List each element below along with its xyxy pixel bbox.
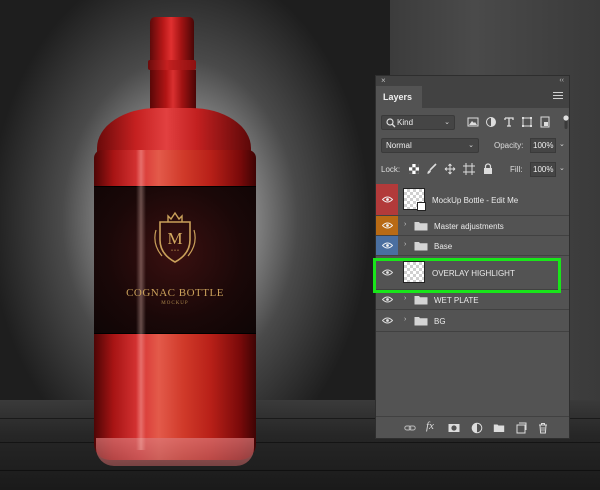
label-title: COGNAC BOTTLE [126,287,224,299]
collapse-icon[interactable]: ‹‹ [559,76,564,86]
layer-row-master-adjustments[interactable]: › Master adjustments [376,216,569,236]
layer-name: BG [434,317,446,326]
layer-name: Master adjustments [434,222,504,231]
panel-titlebar: × ‹‹ [376,76,569,86]
layer-row-base[interactable]: › Base [376,236,569,256]
type-filter-icon[interactable] [503,116,515,128]
layer-row-wet-plate[interactable]: › WET PLATE [376,290,569,310]
lock-transparency-icon[interactable] [408,163,420,175]
blend-row: Normal ⌄ Opacity: 100% ⌄ [381,138,566,154]
chevron-down-icon: ⌄ [468,142,474,149]
cognac-bottle: M • • • COGNAC BOTTLE MOCKUP [0,0,380,490]
delete-layer-icon[interactable] [537,422,549,434]
new-layer-icon[interactable] [515,422,527,434]
folder-icon [414,242,428,251]
folder-icon [414,222,428,231]
fill-label: Fill: [510,165,523,174]
eye-icon[interactable] [382,196,393,203]
folder-icon [414,296,428,305]
layer-color-tag [376,236,398,255]
layers-list: MockUp Bottle - Edit Me › Master adjustm… [376,184,569,332]
opacity-label: Opacity: [494,141,524,150]
label-subtitle: MOCKUP [161,301,189,306]
lock-all-icon[interactable] [482,163,494,175]
layer-color-tag [376,216,398,235]
smart-object-filter-icon[interactable] [539,116,551,128]
layer-filter-row: Kind ⌄ [381,114,569,132]
layers-panel: × ‹‹ Layers Kind ⌄ Normal ⌄ Opacity: 100… [375,75,570,439]
crest-letter: M [167,229,182,248]
filter-toggle-switch[interactable] [563,114,569,130]
eye-icon[interactable] [382,269,393,276]
lock-row: Lock: Fill: 100% ⌄ [381,162,566,178]
adjustment-layer-icon[interactable] [471,422,483,434]
tab-layers[interactable]: Layers [376,86,422,108]
bottle-cap-ring [148,60,196,70]
add-mask-icon[interactable] [448,422,460,434]
eye-icon[interactable] [382,317,393,324]
layer-visibility-cell [376,310,398,331]
lock-artboard-icon[interactable] [463,163,475,175]
blend-mode-value: Normal [386,141,412,150]
folder-icon [414,317,428,326]
close-icon[interactable]: × [381,76,386,86]
smart-object-badge-icon [417,202,426,211]
chevron-down-icon: ⌄ [444,119,450,126]
panel-tab-row: Layers [376,86,569,108]
layer-thumbnail [403,261,425,283]
filter-kind-select[interactable]: Kind ⌄ [381,115,455,130]
lock-pixels-brush-icon[interactable] [426,163,438,175]
crest-emblem: M • • • [154,211,196,263]
eye-icon[interactable] [382,222,393,229]
layer-color-tag [376,184,398,215]
fill-chevron-icon[interactable]: ⌄ [559,164,565,172]
crest-dots: • • • [171,249,179,254]
expand-arrow-icon[interactable]: › [404,241,406,248]
layer-name: MockUp Bottle - Edit Me [432,196,519,205]
layer-name: Base [434,242,453,251]
layer-name: OVERLAY HIGHLIGHT [432,269,515,278]
image-filter-icon[interactable] [467,116,479,128]
expand-arrow-icon[interactable]: › [404,316,406,323]
layer-visibility-cell [376,290,398,309]
glass-shine [136,150,146,450]
search-icon [386,118,396,128]
bottle-cap [150,17,194,65]
fx-icon[interactable]: fx [426,420,438,432]
layers-bottom-toolbar: fx [376,416,569,438]
opacity-chevron-icon[interactable]: ⌄ [559,140,565,148]
new-group-icon[interactable] [493,422,505,434]
opacity-input[interactable]: 100% [530,138,556,153]
layer-row-mockup-bottle[interactable]: MockUp Bottle - Edit Me [376,184,569,216]
link-layers-icon[interactable] [404,422,416,434]
layer-row-overlay-highlight[interactable]: OVERLAY HIGHLIGHT [376,256,569,290]
eye-icon[interactable] [382,296,393,303]
adjustment-filter-icon[interactable] [485,116,497,128]
lock-label: Lock: [381,165,401,174]
shape-filter-icon[interactable] [521,116,533,128]
fill-input[interactable]: 100% [530,162,556,177]
filter-kind-label: Kind [397,118,414,127]
blend-mode-select[interactable]: Normal ⌄ [381,138,479,153]
panel-menu-icon[interactable] [553,92,563,101]
expand-arrow-icon[interactable]: › [404,295,406,302]
layer-name: WET PLATE [434,296,479,305]
expand-arrow-icon[interactable]: › [404,221,406,228]
layer-row-bg[interactable]: › BG [376,310,569,332]
lock-position-move-icon[interactable] [444,163,456,175]
eye-icon[interactable] [382,242,393,249]
bottle-base [96,438,254,466]
layer-visibility-cell [376,256,398,289]
